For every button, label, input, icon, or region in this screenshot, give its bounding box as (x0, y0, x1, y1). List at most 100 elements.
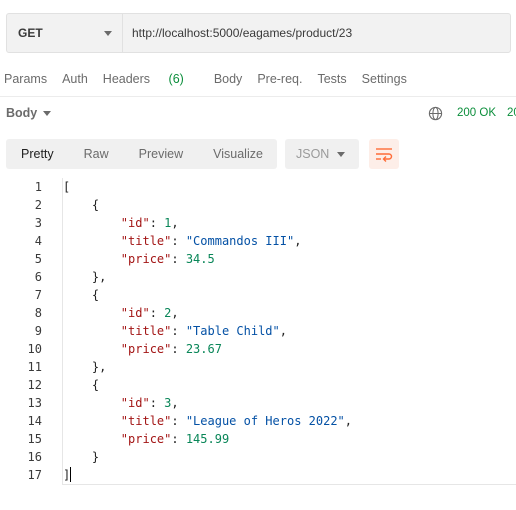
code-token: "title" (120, 414, 172, 428)
code-token: "id" (120, 396, 150, 410)
code-line: 2 { (0, 196, 516, 214)
code-text: }, (42, 358, 106, 376)
code-token: [ (63, 180, 71, 194)
code-token: : (171, 234, 186, 248)
tab-body[interactable]: Body (214, 72, 243, 86)
code-token: } (63, 450, 100, 464)
code-line: 11 }, (0, 358, 516, 376)
code-token: : (171, 342, 186, 356)
wrap-lines-button[interactable] (369, 139, 399, 169)
code-text: "price": 34.5 (42, 250, 215, 268)
line-number: 12 (27, 378, 42, 392)
tab-raw[interactable]: Raw (69, 139, 124, 169)
tab-visualize[interactable]: Visualize (198, 139, 278, 169)
chevron-down-icon (337, 152, 345, 157)
code-token: , (344, 414, 353, 428)
line-number: 17 (27, 468, 42, 482)
response-time-truncated[interactable]: 20 (507, 107, 516, 119)
code-text: } (42, 448, 99, 466)
response-code-editor[interactable]: 1[2 {3 "id": 1, 4 "title": "Commandos III… (0, 178, 516, 484)
chevron-down-icon (104, 31, 112, 36)
code-line: 12 { (0, 376, 516, 394)
language-select[interactable]: JSON (285, 139, 359, 169)
request-tabs: Params Auth Headers (6) Body Pre-req. Te… (4, 72, 422, 86)
tab-headers[interactable]: Headers (6) (103, 72, 199, 86)
tab-pretty[interactable]: Pretty (6, 139, 69, 169)
code-token: "price" (120, 432, 172, 446)
text-cursor (70, 467, 72, 482)
code-text: ] (42, 466, 72, 484)
language-label: JSON (296, 147, 330, 161)
code-line: 6 }, (0, 268, 516, 286)
status-badge[interactable]: 200 OK (457, 107, 496, 119)
code-token: { (63, 378, 100, 392)
code-token: 23.67 (185, 342, 222, 356)
response-view-tabs: Pretty Raw Preview Visualize (6, 139, 277, 169)
line-number: 14 (27, 414, 42, 428)
code-token: , (279, 324, 287, 338)
line-number: 7 (34, 288, 42, 302)
headers-count-badge: (6) (168, 72, 184, 86)
code-text: [ (42, 178, 70, 196)
http-method-select[interactable]: GET (7, 14, 123, 52)
tab-headers-label: Headers (102, 72, 151, 86)
url-input[interactable]: http://localhost:5000/eagames/product/23 (123, 14, 510, 52)
code-token: "title" (120, 324, 172, 338)
code-line: 17] (0, 466, 516, 484)
code-line: 1[ (0, 178, 516, 196)
tab-auth[interactable]: Auth (62, 72, 88, 86)
code-token: , (171, 396, 179, 410)
editor-bottom-border (62, 484, 516, 485)
tab-params[interactable]: Params (4, 72, 47, 86)
url-text: http://localhost:5000/eagames/product/23 (132, 26, 353, 40)
code-line: 13 "id": 3, (0, 394, 516, 412)
code-text: }, (42, 268, 106, 286)
line-number: 13 (27, 396, 42, 410)
code-line: 7 { (0, 286, 516, 304)
tab-settings[interactable]: Settings (362, 72, 407, 86)
code-line: 5 "price": 34.5 (0, 250, 516, 268)
code-text: { (42, 376, 99, 394)
tab-preview[interactable]: Preview (124, 139, 198, 169)
line-number: 3 (34, 216, 42, 230)
line-number: 16 (27, 450, 42, 464)
code-text: "title": "League of Heros 2022", (42, 412, 352, 430)
code-token: : (149, 396, 165, 410)
code-token: }, (63, 360, 107, 374)
response-body-dropdown[interactable]: Body (6, 106, 52, 120)
code-text: "title": "Table Child", (42, 322, 287, 340)
code-text: "price": 23.67 (42, 340, 222, 358)
line-number: 1 (34, 180, 42, 194)
code-token: : (171, 414, 186, 428)
request-url-bar: GET http://localhost:5000/eagames/produc… (6, 13, 511, 53)
code-token: "title" (120, 234, 172, 248)
wrap-lines-icon (376, 148, 393, 162)
code-token: { (63, 288, 100, 302)
line-number: 6 (34, 270, 42, 284)
code-token: "League of Heros 2022" (185, 414, 345, 428)
code-line: 10 "price": 23.67 (0, 340, 516, 358)
code-token: : (149, 306, 165, 320)
code-token: "id" (120, 216, 150, 230)
tab-tests[interactable]: Tests (317, 72, 346, 86)
code-line: 14 "title": "League of Heros 2022", (0, 412, 516, 430)
http-method-label: GET (18, 26, 43, 40)
code-text: "id": 3, (42, 394, 179, 412)
code-token: "id" (120, 306, 150, 320)
code-text: { (42, 196, 99, 214)
tab-prereq[interactable]: Pre-req. (257, 72, 302, 86)
code-token: : (171, 324, 186, 338)
code-text: "id": 1, (42, 214, 179, 232)
code-token: { (63, 198, 100, 212)
line-number: 5 (34, 252, 42, 266)
section-divider (0, 96, 516, 97)
globe-icon[interactable] (428, 106, 443, 121)
code-token: }, (63, 270, 107, 284)
